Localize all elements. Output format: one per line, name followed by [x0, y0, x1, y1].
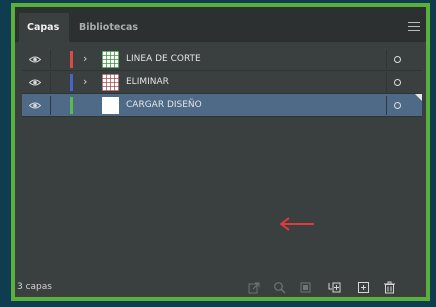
layer-row-eliminar[interactable]: › ELIMINAR: [22, 71, 422, 94]
divider: [386, 73, 387, 92]
trash-icon[interactable]: [383, 281, 396, 294]
divider: [50, 50, 51, 69]
panel-footer: 3 capas: [15, 278, 426, 297]
target-circle-icon[interactable]: [394, 79, 401, 86]
layer-color-bar: [70, 97, 73, 114]
layer-name[interactable]: ELIMINAR: [126, 71, 169, 94]
divider: [386, 96, 387, 115]
tab-bar: Capas Bibliotecas: [15, 7, 426, 42]
layer-row-linea-de-corte[interactable]: › LINEA DE CORTE: [22, 48, 422, 71]
chevron-right-icon[interactable]: ›: [83, 52, 87, 65]
divider: [50, 73, 51, 92]
eye-icon[interactable]: [29, 102, 41, 109]
layer-list: › LINEA DE CORTE › ELIMINAR CARGAR DISEÑ…: [22, 48, 422, 117]
selection-indicator: [415, 94, 422, 101]
layer-row-cargar-diseno[interactable]: CARGAR DISEÑO: [22, 94, 422, 117]
tab-capas[interactable]: Capas: [19, 13, 69, 42]
new-layer-icon[interactable]: [357, 281, 370, 294]
divider: [386, 50, 387, 69]
new-sublayer-icon[interactable]: [328, 281, 341, 294]
layer-name[interactable]: CARGAR DISEÑO: [126, 94, 202, 117]
layers-panel: Capas Bibliotecas › LINEA DE CORTE › ELI…: [11, 3, 430, 301]
layer-name[interactable]: LINEA DE CORTE: [126, 48, 201, 71]
clip-mask-icon[interactable]: [299, 281, 312, 294]
target-circle-icon[interactable]: [394, 102, 401, 109]
tab-bibliotecas[interactable]: Bibliotecas: [71, 13, 146, 42]
layer-thumbnail: [102, 97, 119, 114]
chevron-right-icon[interactable]: ›: [83, 75, 87, 88]
divider: [50, 96, 51, 115]
export-icon[interactable]: [248, 281, 261, 294]
layer-thumbnail: [102, 51, 119, 68]
target-circle-icon[interactable]: [394, 56, 401, 63]
arrow-left-icon: [279, 217, 314, 231]
layer-thumbnail: [102, 74, 119, 91]
eye-icon[interactable]: [29, 79, 41, 86]
eye-icon[interactable]: [29, 56, 41, 63]
layer-color-bar: [70, 51, 73, 68]
layer-count: 3 capas: [17, 282, 52, 292]
layer-color-bar: [70, 74, 73, 91]
menu-icon[interactable]: [408, 22, 420, 31]
search-icon[interactable]: [273, 281, 286, 294]
